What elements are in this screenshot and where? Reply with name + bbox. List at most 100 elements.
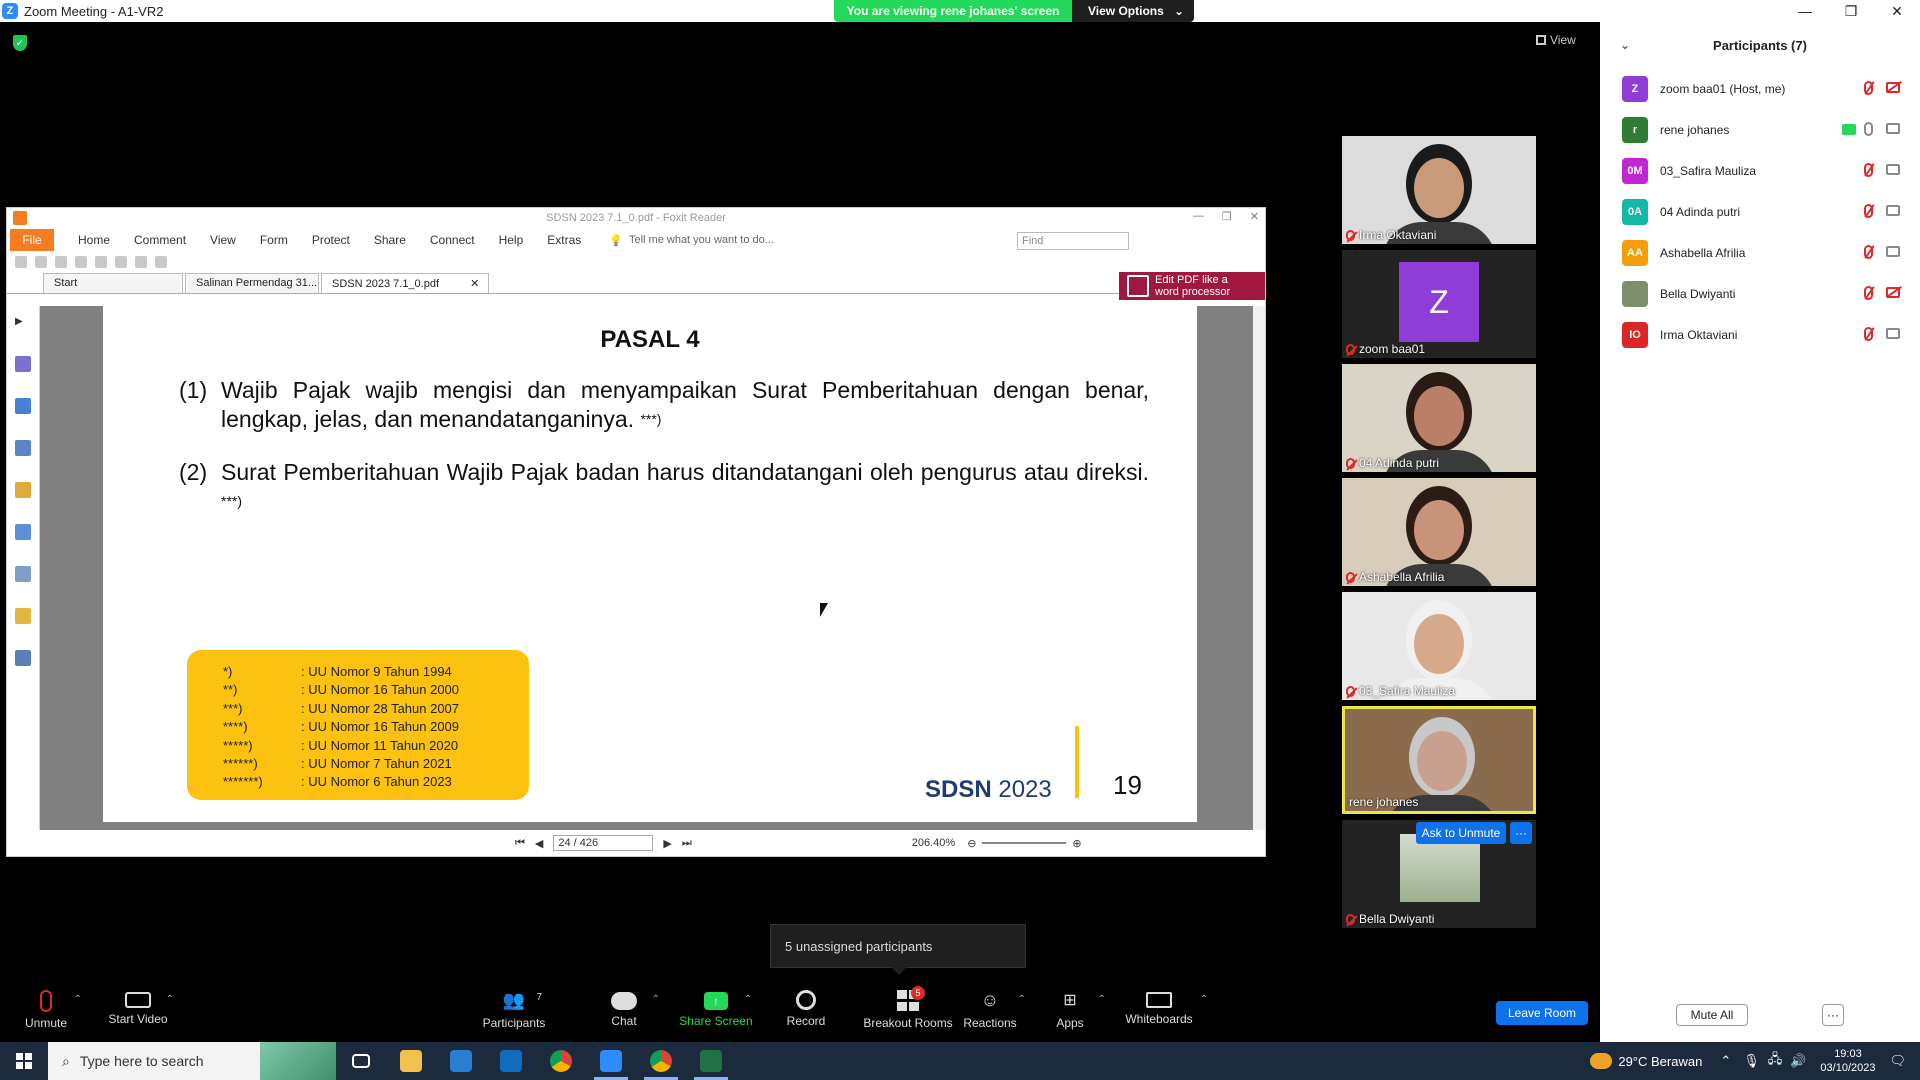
mic-tray-icon[interactable]: 🎙 bbox=[1743, 1053, 1760, 1069]
menu-help[interactable]: Help bbox=[499, 233, 524, 247]
next-page-icon[interactable]: ▶ bbox=[663, 837, 671, 850]
zoom-out-icon[interactable]: ⊖ bbox=[967, 837, 976, 850]
participant-row[interactable]: IO Irma Oktaviani bbox=[1600, 314, 1920, 355]
tell-me-search[interactable]: 💡 Tell me what you want to do... bbox=[609, 234, 774, 247]
notifications-icon[interactable]: 🗨 bbox=[1889, 1053, 1906, 1069]
apps-button[interactable]: ⊞ Apps ⌃ bbox=[1030, 990, 1110, 1030]
video-icon[interactable] bbox=[1886, 246, 1900, 257]
unmute-button[interactable]: Unmute ⌃ bbox=[6, 990, 86, 1030]
chat-button[interactable]: Chat ⌃ bbox=[584, 990, 664, 1028]
video-off-icon[interactable] bbox=[1886, 82, 1900, 93]
whiteboards-button[interactable]: Whiteboards ⌃ bbox=[1118, 990, 1208, 1026]
caret-up-icon[interactable]: ⌃ bbox=[74, 994, 82, 1005]
view-button[interactable]: View bbox=[1536, 33, 1576, 47]
participant-row[interactable]: 0M 03_Safira Mauliza bbox=[1600, 150, 1920, 191]
mail-button[interactable] bbox=[486, 1042, 536, 1080]
more-options-button[interactable]: ··· bbox=[1510, 822, 1532, 844]
expand-arrow-icon[interactable]: ▶ bbox=[15, 316, 31, 332]
print-icon[interactable] bbox=[55, 256, 67, 268]
menu-connect[interactable]: Connect bbox=[430, 233, 475, 247]
foxit-close-icon[interactable]: ✕ bbox=[1250, 210, 1259, 223]
video-icon[interactable] bbox=[1886, 328, 1900, 339]
participant-row[interactable]: 0A 04 Adinda putri bbox=[1600, 191, 1920, 232]
ask-to-unmute-button[interactable]: Ask to Unmute bbox=[1416, 822, 1506, 844]
mic-muted-icon[interactable] bbox=[1864, 286, 1873, 300]
participants-button[interactable]: 👥 Participants 7 bbox=[474, 990, 554, 1030]
participants-more-button[interactable]: ··· bbox=[1822, 1004, 1844, 1026]
caret-up-icon[interactable]: ⌃ bbox=[1200, 994, 1208, 1005]
mic-muted-icon[interactable] bbox=[1864, 327, 1873, 341]
excel-button[interactable] bbox=[686, 1042, 736, 1080]
video-icon[interactable] bbox=[1886, 205, 1900, 216]
chrome-window-button[interactable] bbox=[636, 1042, 686, 1080]
undo-icon[interactable] bbox=[115, 256, 127, 268]
participant-row[interactable]: r rene johanes bbox=[1600, 109, 1920, 150]
mic-muted-icon[interactable] bbox=[1864, 204, 1873, 218]
video-tile[interactable]: 03_Safira Mauliza bbox=[1342, 592, 1536, 700]
signature-icon[interactable] bbox=[15, 566, 31, 582]
caret-up-icon[interactable]: ⌃ bbox=[652, 994, 660, 1005]
save-icon[interactable] bbox=[35, 256, 47, 268]
shared-screen[interactable]: SDSN 2023 7.1_0.pdf - Foxit Reader — ❐ ✕… bbox=[6, 207, 1266, 857]
edit-pdf-banner[interactable]: Edit PDF like a word processor bbox=[1119, 272, 1265, 300]
menu-file[interactable]: File bbox=[10, 229, 54, 251]
zoom-level[interactable]: 206.40% bbox=[912, 837, 955, 849]
tab-close-icon[interactable]: ✕ bbox=[470, 278, 479, 290]
zoom-taskbar-button[interactable] bbox=[586, 1042, 636, 1080]
video-tile[interactable]: Irma Oktaviani bbox=[1342, 136, 1536, 244]
mic-muted-icon[interactable] bbox=[1864, 81, 1873, 95]
caret-up-icon[interactable]: ⌃ bbox=[744, 994, 752, 1005]
taskbar-search[interactable]: ⌕ Type here to search bbox=[48, 1042, 336, 1080]
tab-start[interactable]: Start bbox=[43, 273, 183, 293]
zoom-slider[interactable] bbox=[982, 842, 1067, 844]
leave-room-button[interactable]: Leave Room bbox=[1496, 1001, 1588, 1025]
menu-view[interactable]: View bbox=[210, 233, 236, 247]
vertical-scrollbar[interactable] bbox=[1253, 306, 1265, 830]
video-tile[interactable]: 04 Adinda putri bbox=[1342, 364, 1536, 472]
comments-icon[interactable] bbox=[15, 482, 31, 498]
reactions-button[interactable]: ☺ Reactions ⌃ bbox=[950, 990, 1030, 1030]
first-page-icon[interactable]: ⏮ bbox=[515, 837, 525, 850]
record-button[interactable]: Record bbox=[766, 990, 846, 1028]
mute-all-button[interactable]: Mute All bbox=[1676, 1004, 1748, 1026]
caret-up-icon[interactable]: ⌃ bbox=[1018, 994, 1026, 1005]
video-tile[interactable]: Ashabella Afrilia bbox=[1342, 478, 1536, 586]
participant-row[interactable]: AA Ashabella Afrilia bbox=[1600, 232, 1920, 273]
hand-icon[interactable] bbox=[155, 256, 167, 268]
taskbar-clock[interactable]: 19:03 03/10/2023 bbox=[1820, 1047, 1875, 1075]
page-number-input[interactable]: 24 / 426 bbox=[553, 835, 654, 851]
menu-comment[interactable]: Comment bbox=[134, 233, 186, 247]
menu-home[interactable]: Home bbox=[78, 233, 110, 247]
menu-share[interactable]: Share bbox=[374, 233, 406, 247]
create-icon[interactable] bbox=[95, 256, 107, 268]
share-screen-button[interactable]: ↑ Share Screen ⌃ bbox=[676, 990, 756, 1028]
video-off-icon[interactable] bbox=[1886, 287, 1900, 298]
zoom-in-icon[interactable]: ⊕ bbox=[1072, 837, 1081, 850]
start-button[interactable] bbox=[0, 1042, 48, 1080]
close-button[interactable]: ✕ bbox=[1874, 0, 1920, 22]
view-options-button[interactable]: View Options ⌄ bbox=[1072, 0, 1194, 22]
task-view-button[interactable] bbox=[336, 1042, 386, 1080]
menu-extras[interactable]: Extras bbox=[547, 233, 581, 247]
prev-page-icon[interactable]: ◀ bbox=[535, 837, 543, 850]
last-page-icon[interactable]: ⏭ bbox=[682, 837, 692, 850]
file-explorer-button[interactable] bbox=[386, 1042, 436, 1080]
encryption-shield-icon[interactable]: ✓ bbox=[13, 35, 27, 51]
foxit-minimize-icon[interactable]: — bbox=[1193, 210, 1204, 223]
chrome-button[interactable] bbox=[536, 1042, 586, 1080]
weather-text[interactable]: 29°C Berawan bbox=[1618, 1054, 1702, 1069]
restore-button[interactable]: ❐ bbox=[1828, 0, 1874, 22]
minimize-button[interactable]: — bbox=[1782, 0, 1828, 22]
participant-row[interactable]: Bella Dwiyanti bbox=[1600, 273, 1920, 314]
bookmark-icon[interactable] bbox=[15, 356, 31, 372]
menu-protect[interactable]: Protect bbox=[312, 233, 350, 247]
redo-icon[interactable] bbox=[135, 256, 147, 268]
find-input[interactable]: Find bbox=[1017, 232, 1129, 250]
caret-up-icon[interactable]: ⌃ bbox=[1098, 994, 1106, 1005]
mic-muted-icon[interactable] bbox=[1864, 245, 1873, 259]
mic-icon[interactable] bbox=[1864, 122, 1873, 136]
tray-chevron-icon[interactable]: ⌃ bbox=[1720, 1053, 1731, 1069]
scan-icon[interactable] bbox=[75, 256, 87, 268]
network-icon[interactable]: 🖧 bbox=[1768, 1050, 1783, 1072]
tab-sdsn[interactable]: SDSN 2023 7.1_0.pdf ✕ bbox=[321, 273, 489, 293]
